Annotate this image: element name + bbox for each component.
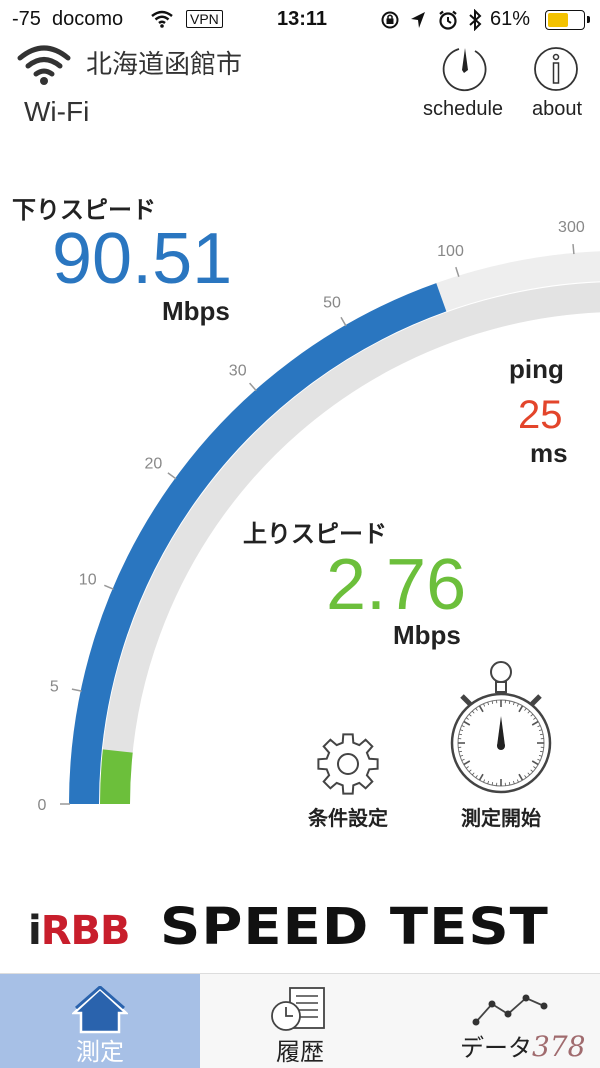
- settings-button[interactable]: 条件設定: [296, 728, 400, 832]
- gauge-tick-label: 30: [229, 363, 247, 380]
- gear-icon: [314, 730, 382, 798]
- tab-data-text: データ378: [460, 1028, 585, 1063]
- logo-brand: RBB: [41, 908, 130, 954]
- tab-measure[interactable]: 測定: [0, 974, 200, 1068]
- stopwatch-icon: [444, 656, 558, 796]
- gauge-tick-label: 50: [323, 295, 341, 312]
- rbb-logo: iRBB: [28, 908, 130, 954]
- download-unit: Mbps: [162, 296, 230, 327]
- logo-prefix: i: [28, 908, 41, 954]
- download-value: 90.51: [52, 218, 232, 300]
- speed-test-title: SPEED TEST: [160, 898, 549, 957]
- gauge-tick-label: 100: [437, 243, 464, 260]
- upload-unit: Mbps: [393, 620, 461, 651]
- gauge-tick: [456, 267, 459, 277]
- tab-measure-label: 測定: [0, 1032, 200, 1067]
- upload-value: 2.76: [326, 544, 466, 626]
- gauge-tick-label: 10: [79, 571, 97, 588]
- tab-data[interactable]: データ378: [400, 974, 600, 1068]
- gauge-tick: [250, 383, 257, 391]
- gauge-tick: [104, 585, 113, 589]
- data-count-badge: 378: [532, 1030, 585, 1063]
- gauge-tick: [72, 689, 82, 691]
- gauge-tick: [573, 244, 574, 254]
- gauge-tick: [168, 473, 176, 479]
- ping-unit: ms: [530, 438, 568, 469]
- gauge-tick-label: 5: [50, 678, 59, 695]
- tab-history[interactable]: 履歴: [200, 974, 400, 1068]
- start-test-button[interactable]: 測定開始: [436, 656, 566, 832]
- gauge-tick-label: 20: [145, 455, 163, 472]
- history-icon: [270, 986, 330, 1034]
- start-test-label: 測定開始: [436, 802, 566, 831]
- tab-history-label: 履歴: [200, 1032, 400, 1067]
- tab-bar: 測定 履歴 データ378: [0, 973, 600, 1068]
- settings-label: 条件設定: [296, 802, 400, 831]
- ping-value: 25: [518, 393, 563, 438]
- gauge-tick-label: 300: [558, 219, 585, 236]
- chart-icon: [470, 992, 554, 1028]
- ping-label: ping: [509, 354, 564, 385]
- gauge-tick-label: 0: [38, 797, 47, 814]
- home-icon: [72, 986, 128, 1034]
- upload-arc: [115, 751, 118, 804]
- gear-outline: [318, 734, 377, 793]
- tab-data-label: データ: [460, 1035, 532, 1062]
- gauge-tick: [341, 317, 346, 326]
